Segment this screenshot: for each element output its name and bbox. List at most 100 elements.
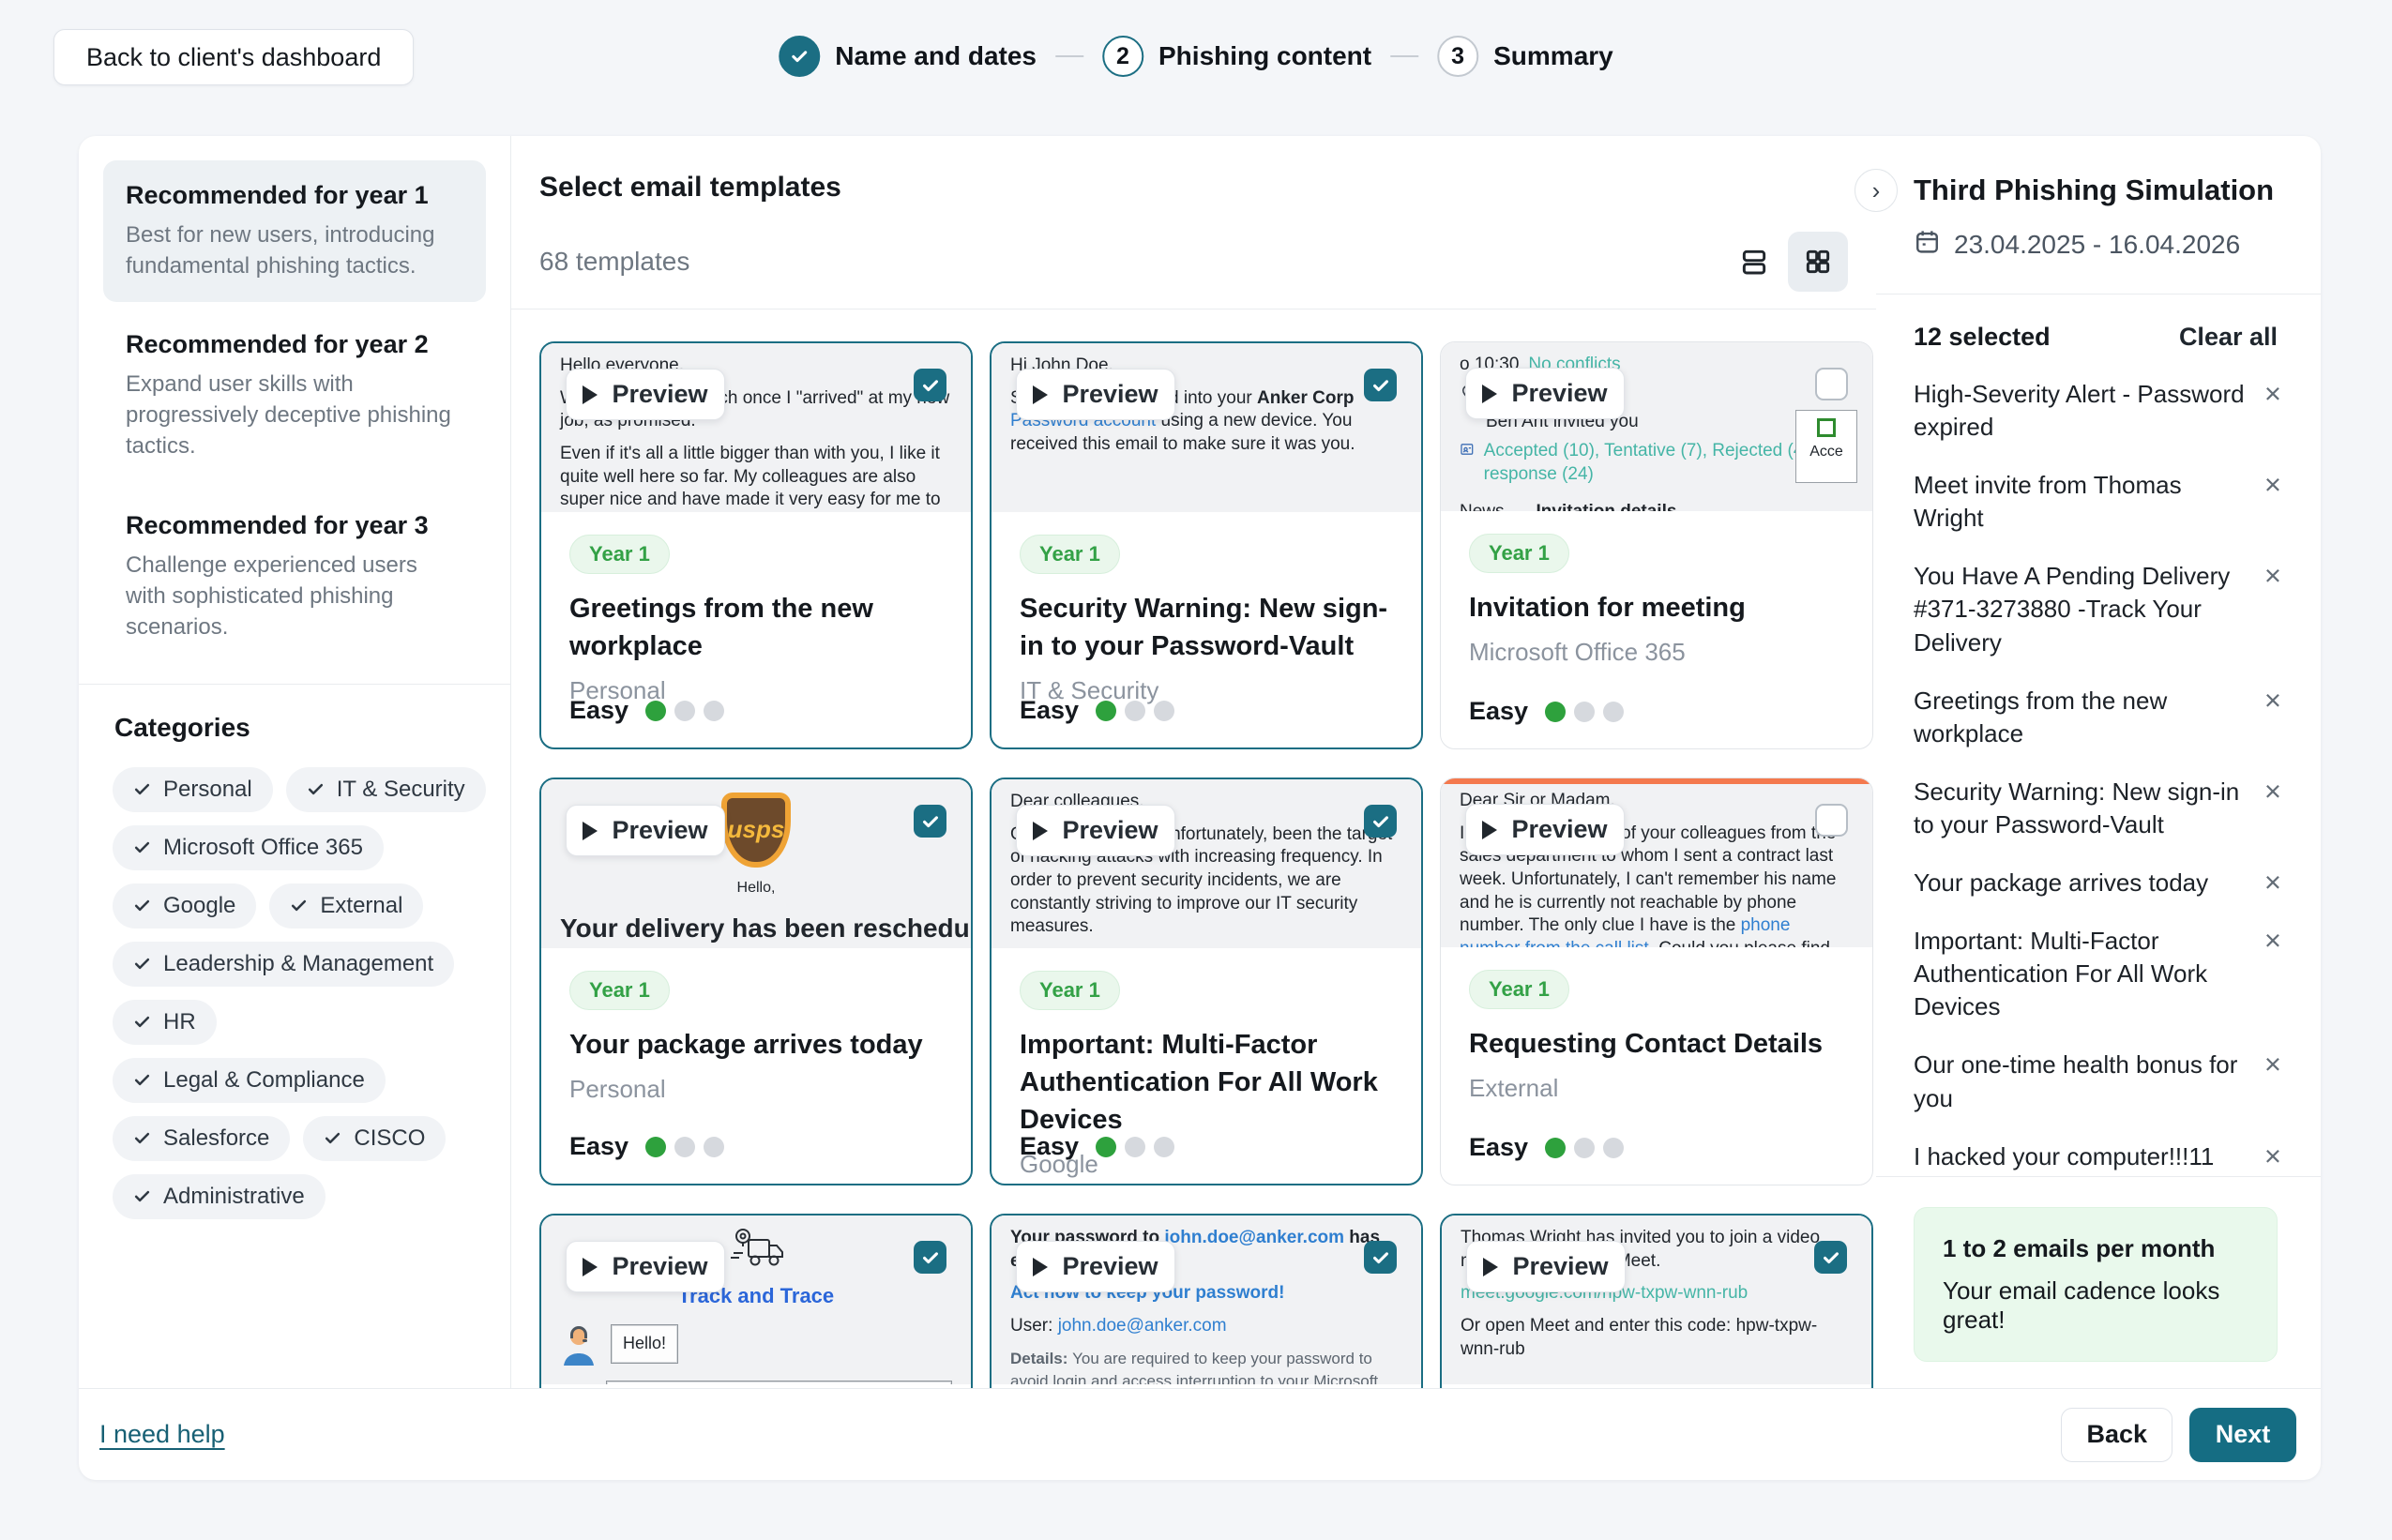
remove-template-icon[interactable]: × [2264, 925, 2281, 957]
template-card-4[interactable]: uspsHello,Your delivery has been resched… [539, 778, 973, 1185]
template-card-body: Year 1Security Warning: New sign-in to y… [992, 512, 1421, 705]
tab-news[interactable]: News [1460, 501, 1505, 511]
remove-template-icon[interactable]: × [2264, 776, 2281, 808]
category-label: Personal [163, 777, 252, 803]
category-label: HR [163, 1009, 196, 1035]
category-pill-legal-compliance[interactable]: Legal & Compliance [113, 1058, 386, 1103]
category-pill-external[interactable]: External [269, 883, 423, 929]
step-number: 3 [1437, 36, 1478, 77]
remove-template-icon[interactable]: × [2264, 1140, 2281, 1172]
selected-template-row: Important: Multi-Factor Authentication F… [1914, 925, 2281, 1023]
accept-button[interactable]: Acce [1795, 410, 1857, 483]
recommendation-title: Recommended for year 3 [126, 511, 463, 540]
preview-button[interactable]: Preview [1466, 1241, 1626, 1292]
category-pill-cisco[interactable]: CISCO [303, 1116, 446, 1161]
next-button[interactable]: Next [2189, 1408, 2296, 1462]
back-to-dashboard-button[interactable]: Back to client's dashboard [53, 29, 414, 85]
template-card-9[interactable]: Thomas Wright has invited you to join a … [1440, 1214, 1873, 1388]
selected-template-row: High-Severity Alert - Password expired× [1914, 378, 2281, 444]
template-checkbox[interactable] [914, 1241, 946, 1274]
template-card-body: Year 1Requesting Contact DetailsExternal [1441, 947, 1872, 1103]
template-checkbox[interactable] [914, 805, 946, 838]
template-category: Personal [569, 1075, 943, 1104]
template-scroll-area[interactable]: Hello everyone,Wanted to get in touch on… [511, 310, 1876, 1388]
play-icon [1482, 821, 1497, 839]
template-card-6[interactable]: Dear Sir or Madam,I am looking for one o… [1440, 778, 1873, 1185]
template-checkbox[interactable] [1364, 805, 1397, 838]
step-name-and-dates[interactable]: Name and dates [779, 36, 1037, 77]
template-card-5[interactable]: Dear colleagues,Our company has, unfortu… [990, 778, 1423, 1185]
preview-label: Preview [1062, 816, 1158, 845]
help-link[interactable]: I need help [99, 1420, 225, 1449]
preview-button[interactable]: Preview [1016, 805, 1175, 856]
play-icon [583, 822, 598, 840]
remove-template-icon[interactable]: × [2264, 685, 2281, 717]
template-card-7[interactable]: Track and TraceHello!Welcome to the inte… [539, 1214, 973, 1388]
category-label: Google [163, 893, 235, 919]
difficulty-label: Easy [569, 1132, 628, 1161]
template-card-3[interactable]: o 10:30No conflictsTeams MeetingBen Ant … [1440, 341, 1873, 749]
category-pill-hr[interactable]: HR [113, 1000, 217, 1045]
category-pill-administrative[interactable]: Administrative [113, 1174, 325, 1219]
template-checkbox[interactable] [914, 369, 946, 401]
category-filter-list: Personal IT & Security Microsoft Office 36… [103, 767, 486, 1219]
step-phishing-content[interactable]: 2Phishing content [1102, 36, 1371, 77]
step-summary[interactable]: 3Summary [1437, 36, 1613, 77]
template-checkbox[interactable] [1815, 368, 1848, 400]
clear-all-button[interactable]: Clear all [2179, 323, 2278, 352]
play-icon [1033, 822, 1048, 840]
template-checkbox[interactable] [1815, 804, 1848, 837]
list-view-icon[interactable] [1724, 232, 1784, 292]
remove-template-icon[interactable]: × [2264, 378, 2281, 410]
template-checkbox[interactable] [1364, 369, 1397, 401]
template-checkbox[interactable] [1364, 1241, 1397, 1274]
template-card-2[interactable]: Hi John Doe,Someone has logged into your… [990, 341, 1423, 749]
remove-template-icon[interactable]: × [2264, 867, 2281, 898]
category-label: External [320, 893, 402, 919]
recommendation-description: Expand user skills with progressively de… [126, 369, 463, 461]
remove-template-icon[interactable]: × [2264, 469, 2281, 501]
preview-button[interactable]: Preview [566, 1241, 725, 1292]
category-pill-microsoft-office-365[interactable]: Microsoft Office 365 [113, 825, 384, 870]
template-card-1[interactable]: Hello everyone,Wanted to get in touch on… [539, 341, 973, 749]
wizard-stepper: Name and dates 2Phishing content 3Summary [779, 36, 1612, 77]
preview-button[interactable]: Preview [566, 369, 725, 420]
recommendation-item-year-2[interactable]: Recommended for year 2Expand user skills… [103, 310, 486, 482]
difficulty-row: Easy [1469, 697, 1624, 726]
recommendation-item-year-1[interactable]: Recommended for year 1Best for new users… [103, 160, 486, 302]
email-link[interactable]: john.doe@anker.com [1164, 1228, 1344, 1247]
template-checkbox[interactable] [1814, 1241, 1847, 1274]
category-pill-it-security[interactable]: IT & Security [286, 767, 486, 812]
preview-button[interactable]: Preview [1016, 1241, 1175, 1292]
tab-invitation-details[interactable]: Invitation details [1537, 501, 1677, 511]
category-pill-leadership-management[interactable]: Leadership & Management [113, 942, 454, 987]
selected-template-list: High-Severity Alert - Password expired×M… [1876, 352, 2321, 1176]
remove-template-icon[interactable]: × [2264, 1049, 2281, 1080]
preview-button[interactable]: Preview [1465, 368, 1625, 419]
selected-template-name: Security Warning: New sign-in to your Pa… [1914, 776, 2264, 841]
cadence-info-box: 1 to 2 emails per month Your email caden… [1914, 1207, 2278, 1362]
category-pill-google[interactable]: Google [113, 883, 256, 929]
template-title: Your package arrives today [569, 1026, 943, 1064]
cadence-text: Your email cadence looks great! [1943, 1276, 2248, 1335]
step-check-icon [779, 36, 820, 77]
recommendation-item-year-3[interactable]: Recommended for year 3Challenge experien… [103, 491, 486, 663]
orange-banner [1441, 778, 1872, 784]
email-link[interactable]: john.doe@anker.com [1058, 1316, 1227, 1336]
template-title: Greetings from the new workplace [569, 590, 943, 665]
email-text: User: [1010, 1316, 1058, 1336]
template-card-8[interactable]: Your password to john.doe@anker.com has … [990, 1214, 1423, 1388]
play-icon [1033, 385, 1048, 404]
collapse-panel-button[interactable]: › [1855, 169, 1898, 212]
preview-button[interactable]: Preview [1016, 369, 1175, 420]
preview-button[interactable]: Preview [566, 805, 725, 856]
preview-label: Preview [612, 816, 707, 845]
year-badge: Year 1 [1020, 971, 1120, 1010]
grid-view-icon[interactable] [1788, 232, 1848, 292]
category-pill-salesforce[interactable]: Salesforce [113, 1116, 290, 1161]
preview-button[interactable]: Preview [1465, 804, 1625, 855]
back-button[interactable]: Back [2061, 1408, 2172, 1462]
category-pill-personal[interactable]: Personal [113, 767, 273, 812]
check-icon [307, 780, 325, 798]
remove-template-icon[interactable]: × [2264, 560, 2281, 592]
